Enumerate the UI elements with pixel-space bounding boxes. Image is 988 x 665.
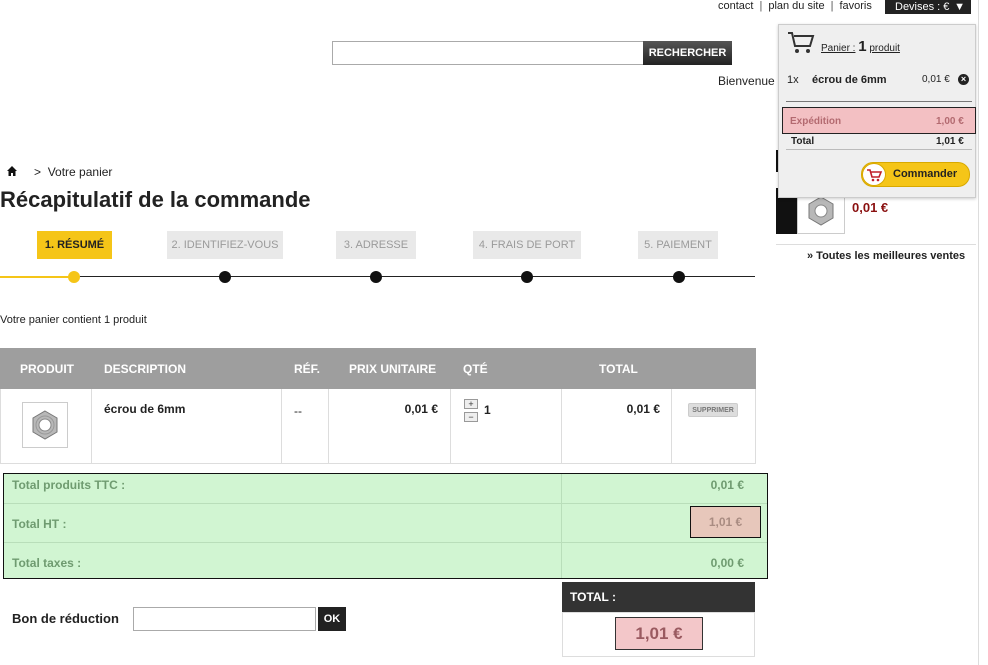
breadcrumb-current: Votre panier bbox=[47, 165, 113, 179]
separator: | bbox=[759, 0, 763, 12]
divider bbox=[91, 389, 92, 464]
best-seller-price: 0,01 € bbox=[852, 200, 889, 215]
voucher-input[interactable] bbox=[133, 607, 316, 631]
steps-progress-line bbox=[75, 276, 755, 277]
home-icon[interactable] bbox=[6, 165, 18, 177]
shopping-cart-icon bbox=[788, 32, 815, 53]
divider bbox=[978, 0, 979, 665]
step-summary[interactable]: 1. RÉSUMÉ bbox=[37, 231, 112, 259]
step-identify[interactable]: 2. IDENTIFIEZ-VOUS bbox=[167, 231, 283, 259]
top-links: contact | plan du site | favoris bbox=[718, 0, 872, 12]
col-product: PRODUIT bbox=[20, 362, 74, 376]
divider bbox=[281, 389, 282, 464]
step-dot bbox=[68, 271, 80, 283]
mini-cart-total-value: 1,01 € bbox=[936, 136, 964, 147]
search-input[interactable] bbox=[332, 41, 644, 65]
step-dot bbox=[219, 271, 231, 283]
sitemap-link[interactable]: plan du site bbox=[768, 0, 824, 12]
grand-total-label: TOTAL : bbox=[562, 582, 755, 612]
divider bbox=[4, 503, 767, 504]
product-unit-price: 0,01 € bbox=[404, 402, 438, 416]
mini-cart-count: 1 bbox=[858, 38, 867, 55]
separator: | bbox=[830, 0, 834, 12]
divider bbox=[328, 389, 329, 464]
chevron-down-icon: ▼ bbox=[954, 1, 965, 13]
best-sellers-link[interactable]: » Toutes les meilleures ventes bbox=[807, 250, 965, 262]
col-ref: RÉF. bbox=[294, 362, 321, 376]
grand-total-value: 1,01 € bbox=[615, 617, 703, 650]
quantity-increase-button[interactable]: + bbox=[464, 399, 478, 409]
mini-cart-title-suffix: produit bbox=[869, 43, 900, 54]
divider bbox=[755, 389, 756, 464]
cart-table-header: PRODUIT DESCRIPTION RÉF. PRIX UNITAIRE Q… bbox=[0, 348, 756, 389]
mini-cart-item-name[interactable]: écrou de 6mm bbox=[812, 74, 887, 86]
divider bbox=[786, 149, 972, 150]
voucher-ok-button[interactable]: OK bbox=[318, 607, 346, 631]
mini-cart-total-label: Total bbox=[791, 136, 815, 147]
total-taxes-value: 0,00 € bbox=[710, 556, 744, 570]
quantity-value: 1 bbox=[484, 403, 491, 417]
mini-cart-shipping-value: 1,00 € bbox=[936, 116, 964, 127]
step-payment[interactable]: 5. PAIEMENT bbox=[638, 231, 718, 259]
col-total: TOTAL bbox=[599, 362, 638, 376]
product-ref: -- bbox=[294, 404, 302, 418]
order-button[interactable]: Commander bbox=[861, 162, 970, 187]
mini-cart-title[interactable]: Panier : 1 produit bbox=[821, 38, 900, 55]
total-products-ttc-value: 0,01 € bbox=[710, 478, 744, 492]
voucher-label: Bon de réduction bbox=[12, 611, 119, 626]
totals-box: Total produits TTC : 0,01 € Total HT : T… bbox=[3, 473, 768, 579]
divider bbox=[561, 474, 562, 578]
divider bbox=[4, 542, 767, 543]
divider bbox=[786, 101, 972, 102]
steps-progress-active-line bbox=[0, 276, 75, 278]
currency-dropdown[interactable]: Devises : € ▼ bbox=[885, 0, 971, 14]
divider bbox=[671, 389, 672, 464]
divider bbox=[776, 244, 976, 245]
mini-cart-item-qty: 1x bbox=[787, 74, 799, 86]
remove-item-icon[interactable]: × bbox=[958, 74, 969, 85]
shopping-cart-icon bbox=[867, 169, 883, 182]
step-dot bbox=[370, 271, 382, 283]
step-dot bbox=[521, 271, 533, 283]
mini-cart-shipping-label: Expédition bbox=[790, 116, 842, 127]
step-shipping[interactable]: 4. FRAIS DE PORT bbox=[473, 231, 581, 259]
cart-count-text: Votre panier contient 1 produit bbox=[0, 314, 147, 326]
divider bbox=[450, 389, 451, 464]
favorites-link[interactable]: favoris bbox=[839, 0, 871, 12]
total-taxes-label: Total taxes : bbox=[12, 556, 82, 570]
welcome-text: Bienvenue bbox=[718, 74, 775, 88]
step-dot bbox=[673, 271, 685, 283]
quantity-decrease-button[interactable]: − bbox=[464, 412, 478, 422]
search-button[interactable]: RECHERCHER bbox=[643, 41, 732, 65]
cart-icon-circle bbox=[862, 163, 886, 186]
remove-button[interactable]: SUPPRIMER bbox=[688, 403, 738, 417]
product-name[interactable]: écrou de 6mm bbox=[104, 402, 185, 416]
total-products-ttc-label: Total produits TTC : bbox=[12, 478, 126, 492]
page-title: Récapitulatif de la commande bbox=[0, 187, 311, 212]
breadcrumb: > Votre panier bbox=[34, 165, 112, 179]
order-button-label: Commander bbox=[893, 168, 958, 180]
step-address[interactable]: 3. ADRESSE bbox=[336, 231, 416, 259]
mini-cart-title-prefix: Panier : bbox=[821, 43, 856, 54]
contact-link[interactable]: contact bbox=[718, 0, 753, 12]
nut-image-icon bbox=[32, 410, 58, 440]
table-row bbox=[0, 389, 756, 464]
currency-label: Devises : € bbox=[895, 1, 950, 13]
mini-cart-item-price: 0,01 € bbox=[922, 74, 950, 85]
col-unit-price: PRIX UNITAIRE bbox=[349, 362, 437, 376]
product-total: 0,01 € bbox=[626, 402, 660, 416]
breadcrumb-separator: > bbox=[34, 165, 42, 179]
divider bbox=[561, 389, 562, 464]
product-thumbnail[interactable] bbox=[22, 402, 68, 448]
total-ht-label: Total HT : bbox=[12, 517, 67, 531]
total-ht-value: 1,01 € bbox=[690, 506, 761, 538]
col-description: DESCRIPTION bbox=[104, 362, 187, 376]
col-qty: QTÉ bbox=[463, 362, 488, 376]
